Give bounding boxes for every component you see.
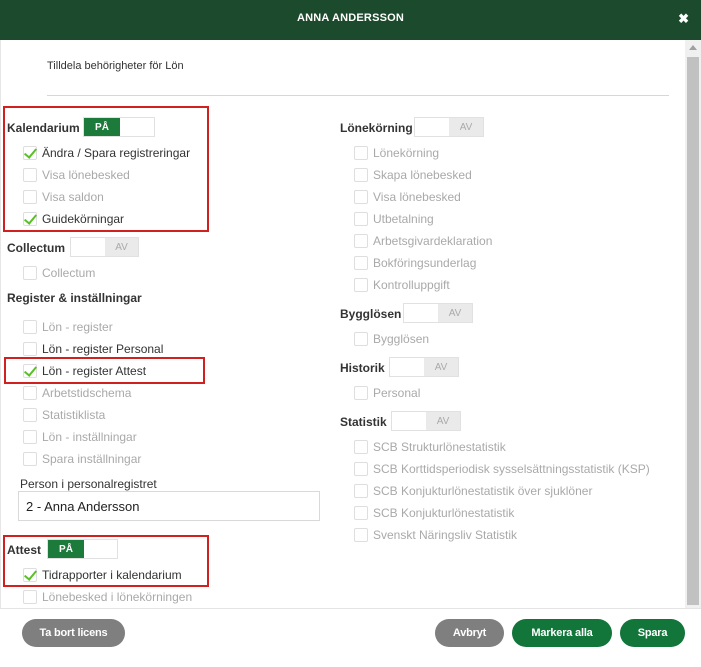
checkbox-arbetstidschema[interactable]: Arbetstidschema xyxy=(23,384,131,402)
checkbox-scb-strukturlonestatistik[interactable]: SCB Strukturlönestatistik xyxy=(354,438,506,456)
collectum-title: Collectum xyxy=(7,241,66,255)
checkbox-scb-ksp[interactable]: SCB Korttidsperiodisk sysselsättningssta… xyxy=(354,460,650,478)
checkbox-label: Arbetstidschema xyxy=(42,386,132,400)
scrollbar-thumb[interactable] xyxy=(687,57,699,605)
checkbox-lonekorning[interactable]: Lönekörning xyxy=(354,144,439,162)
checkbox-label: Personal xyxy=(373,386,421,400)
dialog-footer: Ta bort licens Avbryt Markera alla Spara xyxy=(0,608,701,667)
checkbox-label: Kontrolluppgift xyxy=(373,278,450,292)
checkbox-label: Statistiklista xyxy=(42,408,106,422)
historik-title: Historik xyxy=(340,361,385,375)
checkbox-kontrolluppgift[interactable]: Kontrolluppgift xyxy=(354,276,450,294)
checkbox-skapa-lonebesked[interactable]: Skapa lönebesked xyxy=(354,166,472,184)
checkbox-label: Visa lönebesked xyxy=(373,190,461,204)
historik-toggle[interactable]: AV xyxy=(389,357,459,377)
toggle-off-label: AV xyxy=(105,238,138,256)
person-label: Person i personalregistret xyxy=(20,477,157,491)
checkbox-label: Bygglösen xyxy=(373,332,430,346)
bygglosen-title: Bygglösen xyxy=(340,307,402,321)
statistik-title: Statistik xyxy=(340,415,387,429)
highlight-box xyxy=(4,357,205,384)
person-value: 2 - Anna Andersson xyxy=(26,498,140,514)
checkbox-lon-installningar[interactable]: Lön - inställningar xyxy=(23,428,137,446)
checkbox-arbetsgivardeklaration[interactable]: Arbetsgivardeklaration xyxy=(354,232,492,250)
lonekorning-toggle[interactable]: AV xyxy=(414,117,484,137)
dialog-body[interactable]: Tilldela behörigheter för Lön Kalendariu… xyxy=(0,40,685,608)
checkbox-lon-register[interactable]: Lön - register xyxy=(23,318,113,336)
checkbox-label: Spara inställningar xyxy=(42,452,142,466)
toggle-off-label: AV xyxy=(438,304,472,322)
dialog-title: ANNA ANDERSSON xyxy=(296,12,405,24)
checkbox-label: Collectum xyxy=(42,266,96,280)
checkbox-label: SCB Strukturlönestatistik xyxy=(373,440,506,454)
checkbox-label: Bokföringsunderlag xyxy=(373,256,477,270)
scroll-up-icon[interactable] xyxy=(689,45,697,50)
register-title: Register & inställningar xyxy=(7,291,142,305)
checkbox-label: Lön - register Personal xyxy=(42,342,164,356)
dialog-header: ANNA ANDERSSON ✖ xyxy=(0,0,701,40)
toggle-off-label: AV xyxy=(426,412,460,430)
checkbox-label: SCB Konjukturlönestatistik xyxy=(373,506,515,520)
dialog-subtitle: Tilldela behörigheter för Lön xyxy=(47,60,184,72)
toggle-off-label: AV xyxy=(424,358,458,376)
checkbox-visa-lonebesked-right[interactable]: Visa lönebesked xyxy=(354,188,461,206)
checkbox-scb-konjukturlonestatistik[interactable]: SCB Konjukturlönestatistik xyxy=(354,504,514,522)
checkbox-label: Lön - register xyxy=(42,320,113,334)
checkbox-label: Lönebesked i lönekörningen xyxy=(42,590,193,604)
checkbox-collectum[interactable]: Collectum xyxy=(23,264,95,282)
checkbox-historik-personal[interactable]: Personal xyxy=(354,384,420,402)
checkbox-label: Lön - inställningar xyxy=(42,430,137,444)
highlight-box xyxy=(3,535,209,587)
checkbox-spara-installningar[interactable]: Spara inställningar xyxy=(23,450,141,468)
checkbox-statistiklista[interactable]: Statistiklista xyxy=(23,406,105,424)
checkbox-scb-sjukloner[interactable]: SCB Konjukturlönestatistik över sjuklöne… xyxy=(354,482,592,500)
lonekorning-title: Lönekörning xyxy=(340,121,413,135)
close-icon[interactable]: ✖ xyxy=(678,11,689,27)
checkbox-bygglosen[interactable]: Bygglösen xyxy=(354,330,429,348)
checkbox-label: SCB Korttidsperiodisk sysselsättningssta… xyxy=(373,462,650,476)
highlight-box xyxy=(3,106,209,232)
bygglosen-toggle[interactable]: AV xyxy=(403,303,473,323)
checkbox-label: Arbetsgivardeklaration xyxy=(373,234,493,248)
checkbox-label: Skapa lönebesked xyxy=(373,168,472,182)
checkbox-svenskt-naringsliv[interactable]: Svenskt Näringsliv Statistik xyxy=(354,526,517,544)
checkbox-label: Utbetalning xyxy=(373,212,434,226)
checkbox-label: Svenskt Näringsliv Statistik xyxy=(373,528,518,542)
person-input[interactable]: 2 - Anna Andersson xyxy=(18,491,320,521)
checkbox-utbetalning[interactable]: Utbetalning xyxy=(354,210,434,228)
collectum-toggle[interactable]: AV xyxy=(70,237,139,257)
checkbox-lon-register-personal[interactable]: Lön - register Personal xyxy=(23,340,163,358)
checkbox-lonebesked-lonekorning[interactable]: Lönebesked i lönekörningen xyxy=(23,588,192,606)
checkbox-label: SCB Konjukturlönestatistik över sjuklöne… xyxy=(373,484,593,498)
divider xyxy=(47,95,669,96)
checkbox-label: Lönekörning xyxy=(373,146,440,160)
cancel-button[interactable]: Avbryt xyxy=(435,619,504,647)
save-button[interactable]: Spara xyxy=(620,619,685,647)
select-all-button[interactable]: Markera alla xyxy=(512,619,612,647)
checkbox-bokforingsunderlag[interactable]: Bokföringsunderlag xyxy=(354,254,476,272)
statistik-toggle[interactable]: AV xyxy=(391,411,461,431)
remove-license-button[interactable]: Ta bort licens xyxy=(22,619,125,647)
scrollbar[interactable] xyxy=(685,40,701,608)
toggle-off-label: AV xyxy=(449,118,483,136)
